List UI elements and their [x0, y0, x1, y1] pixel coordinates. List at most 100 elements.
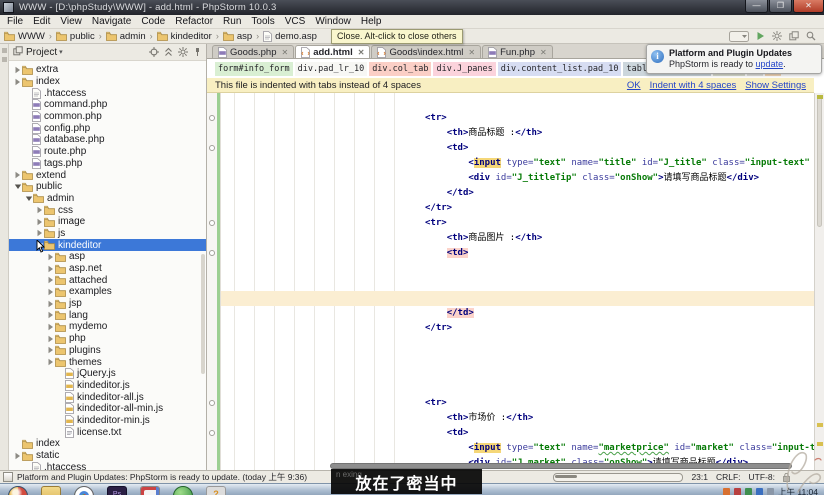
crumb-demo.asp[interactable]: demo.asp — [263, 31, 317, 42]
expand-arrow-icon[interactable] — [35, 218, 44, 226]
menu-file[interactable]: File — [2, 16, 28, 27]
vscroll-thumb[interactable] — [817, 97, 822, 227]
taskbar-help-app-icon[interactable]: ? — [206, 486, 226, 495]
tree-item-examples[interactable]: examples — [9, 286, 206, 298]
close-icon[interactable]: ✕ — [540, 48, 547, 57]
tree-item-jsp[interactable]: jsp — [9, 298, 206, 310]
tree-item-extend[interactable]: extend — [9, 169, 206, 181]
tree-item-command-php[interactable]: command.php — [9, 99, 206, 111]
tree-item-plugins[interactable]: plugins — [9, 345, 206, 357]
fold-marker[interactable] — [209, 430, 215, 436]
expand-arrow-icon[interactable] — [46, 335, 55, 343]
tree-item-attached[interactable]: attached — [9, 274, 206, 286]
expand-arrow-icon[interactable] — [35, 229, 44, 237]
expand-arrow-icon[interactable] — [13, 66, 22, 74]
expand-arrow-icon[interactable] — [46, 323, 55, 331]
tray-icon[interactable] — [723, 488, 730, 495]
collapse-all-icon[interactable] — [164, 47, 173, 57]
gear-icon[interactable] — [178, 47, 188, 57]
tool-window-stripe[interactable] — [0, 44, 9, 470]
ok-link[interactable]: OK — [627, 80, 641, 91]
show-settings-link[interactable]: Show Settings — [745, 80, 806, 91]
indent-with-4-spaces-link[interactable]: Indent with 4 spaces — [650, 80, 737, 91]
tree-item--htaccess[interactable]: .htaccess — [9, 461, 206, 470]
chevron-down-icon[interactable]: ▾ — [59, 48, 63, 56]
tray-icon[interactable] — [756, 488, 763, 495]
tree-item-admin[interactable]: admin — [9, 193, 206, 205]
crumb-kindeditor[interactable]: kindeditor — [157, 31, 212, 42]
editor-gutter[interactable] — [207, 93, 221, 470]
tree-item-tags-php[interactable]: tags.php — [9, 158, 206, 170]
project-scrollbar[interactable] — [201, 254, 205, 374]
tree-item-mydemo[interactable]: mydemo — [9, 321, 206, 333]
tree-item-css[interactable]: css — [9, 204, 206, 216]
memory-indicator[interactable] — [553, 473, 683, 482]
project-panel-title[interactable]: Project — [26, 47, 57, 58]
tray-icon[interactable] — [734, 488, 741, 495]
tree-item-php[interactable]: php — [9, 333, 206, 345]
close-button[interactable]: ✕ — [793, 0, 824, 13]
tree-item-route-php[interactable]: route.php — [9, 146, 206, 158]
menu-vcs[interactable]: VCS — [280, 16, 311, 27]
expand-arrow-icon[interactable] — [13, 78, 22, 86]
caret-position[interactable]: 23:1 — [691, 472, 708, 482]
close-icon[interactable]: ✕ — [358, 48, 365, 57]
menu-navigate[interactable]: Navigate — [87, 16, 136, 27]
tray-icon[interactable] — [767, 488, 774, 495]
tree-item-js[interactable]: js — [9, 228, 206, 240]
menu-window[interactable]: Window — [310, 16, 356, 27]
locate-icon[interactable] — [149, 47, 159, 57]
tree-item-config-php[interactable]: config.php — [9, 122, 206, 134]
tree-item-index[interactable]: index — [9, 438, 206, 450]
expand-arrow-icon[interactable] — [46, 265, 55, 273]
tree-item--htaccess[interactable]: .htaccess — [9, 87, 206, 99]
crumb-www[interactable]: WWW — [4, 31, 45, 42]
warning-stripe-mark[interactable] — [817, 423, 823, 427]
tray-icon[interactable] — [745, 488, 752, 495]
expand-arrow-icon[interactable] — [46, 346, 55, 354]
tree-item-common-php[interactable]: common.php — [9, 111, 206, 123]
line-ending[interactable]: CRLF: — [716, 472, 741, 482]
taskbar-document-app-icon[interactable] — [140, 486, 160, 495]
breadcrumb-chip-form-info-form[interactable]: form#info_form — [215, 62, 293, 76]
expand-arrow-icon[interactable] — [13, 171, 22, 179]
tree-item-extra[interactable]: extra — [9, 64, 206, 76]
expand-arrow-icon[interactable] — [46, 288, 55, 296]
taskbar-green-app-icon[interactable] — [173, 486, 193, 495]
menu-refactor[interactable]: Refactor — [170, 16, 218, 27]
expand-arrow-icon[interactable] — [46, 253, 55, 261]
menu-edit[interactable]: Edit — [28, 16, 55, 27]
menu-run[interactable]: Run — [218, 16, 246, 27]
show-windows-icon[interactable] — [789, 31, 799, 41]
menu-view[interactable]: View — [55, 16, 87, 27]
crumb-asp[interactable]: asp — [223, 31, 252, 42]
breadcrumb-chip-div-content-list-pad-10[interactable]: div.content_list.pad_10 — [498, 62, 622, 76]
expand-arrow-icon[interactable] — [46, 300, 55, 308]
expand-arrow-icon[interactable] — [35, 206, 44, 214]
tree-item-jquery-js[interactable]: jQuery.js — [9, 368, 206, 380]
collapse-arrow-icon[interactable] — [13, 183, 22, 190]
taskbar-folder-app-icon[interactable] — [41, 486, 61, 495]
encoding[interactable]: UTF-8: — [749, 472, 775, 482]
tree-item-kindeditor-js[interactable]: kindeditor.js — [9, 380, 206, 392]
code-editor[interactable]: <tr><th>商品标题 :</th><td><input type="text… — [221, 93, 814, 470]
tree-item-index[interactable]: index — [9, 76, 206, 88]
tree-item-lang[interactable]: lang — [9, 309, 206, 321]
tree-item-license-txt[interactable]: license.txt — [9, 426, 206, 438]
tool-window-toggle-icon[interactable] — [3, 472, 13, 482]
run-config-dropdown[interactable] — [729, 31, 749, 42]
close-icon[interactable]: ✕ — [468, 48, 475, 57]
tree-item-asp-net[interactable]: asp.net — [9, 263, 206, 275]
expand-arrow-icon[interactable] — [13, 452, 22, 460]
status-message[interactable]: Platform and Plugin Updates: PhpStorm is… — [17, 471, 307, 483]
tab-add-html[interactable]: add.html✕ — [295, 45, 370, 58]
fold-marker[interactable] — [209, 220, 215, 226]
tab-goods-index-html[interactable]: Goods\index.html✕ — [371, 45, 481, 58]
crumb-public[interactable]: public — [56, 31, 95, 42]
editor-vscrollbar[interactable] — [814, 93, 824, 470]
tree-item-image[interactable]: image — [9, 216, 206, 228]
collapse-arrow-icon[interactable] — [24, 195, 33, 202]
taskbar-start-orb-icon[interactable] — [8, 486, 28, 495]
search-icon[interactable] — [806, 31, 816, 41]
fold-marker[interactable] — [209, 115, 215, 121]
